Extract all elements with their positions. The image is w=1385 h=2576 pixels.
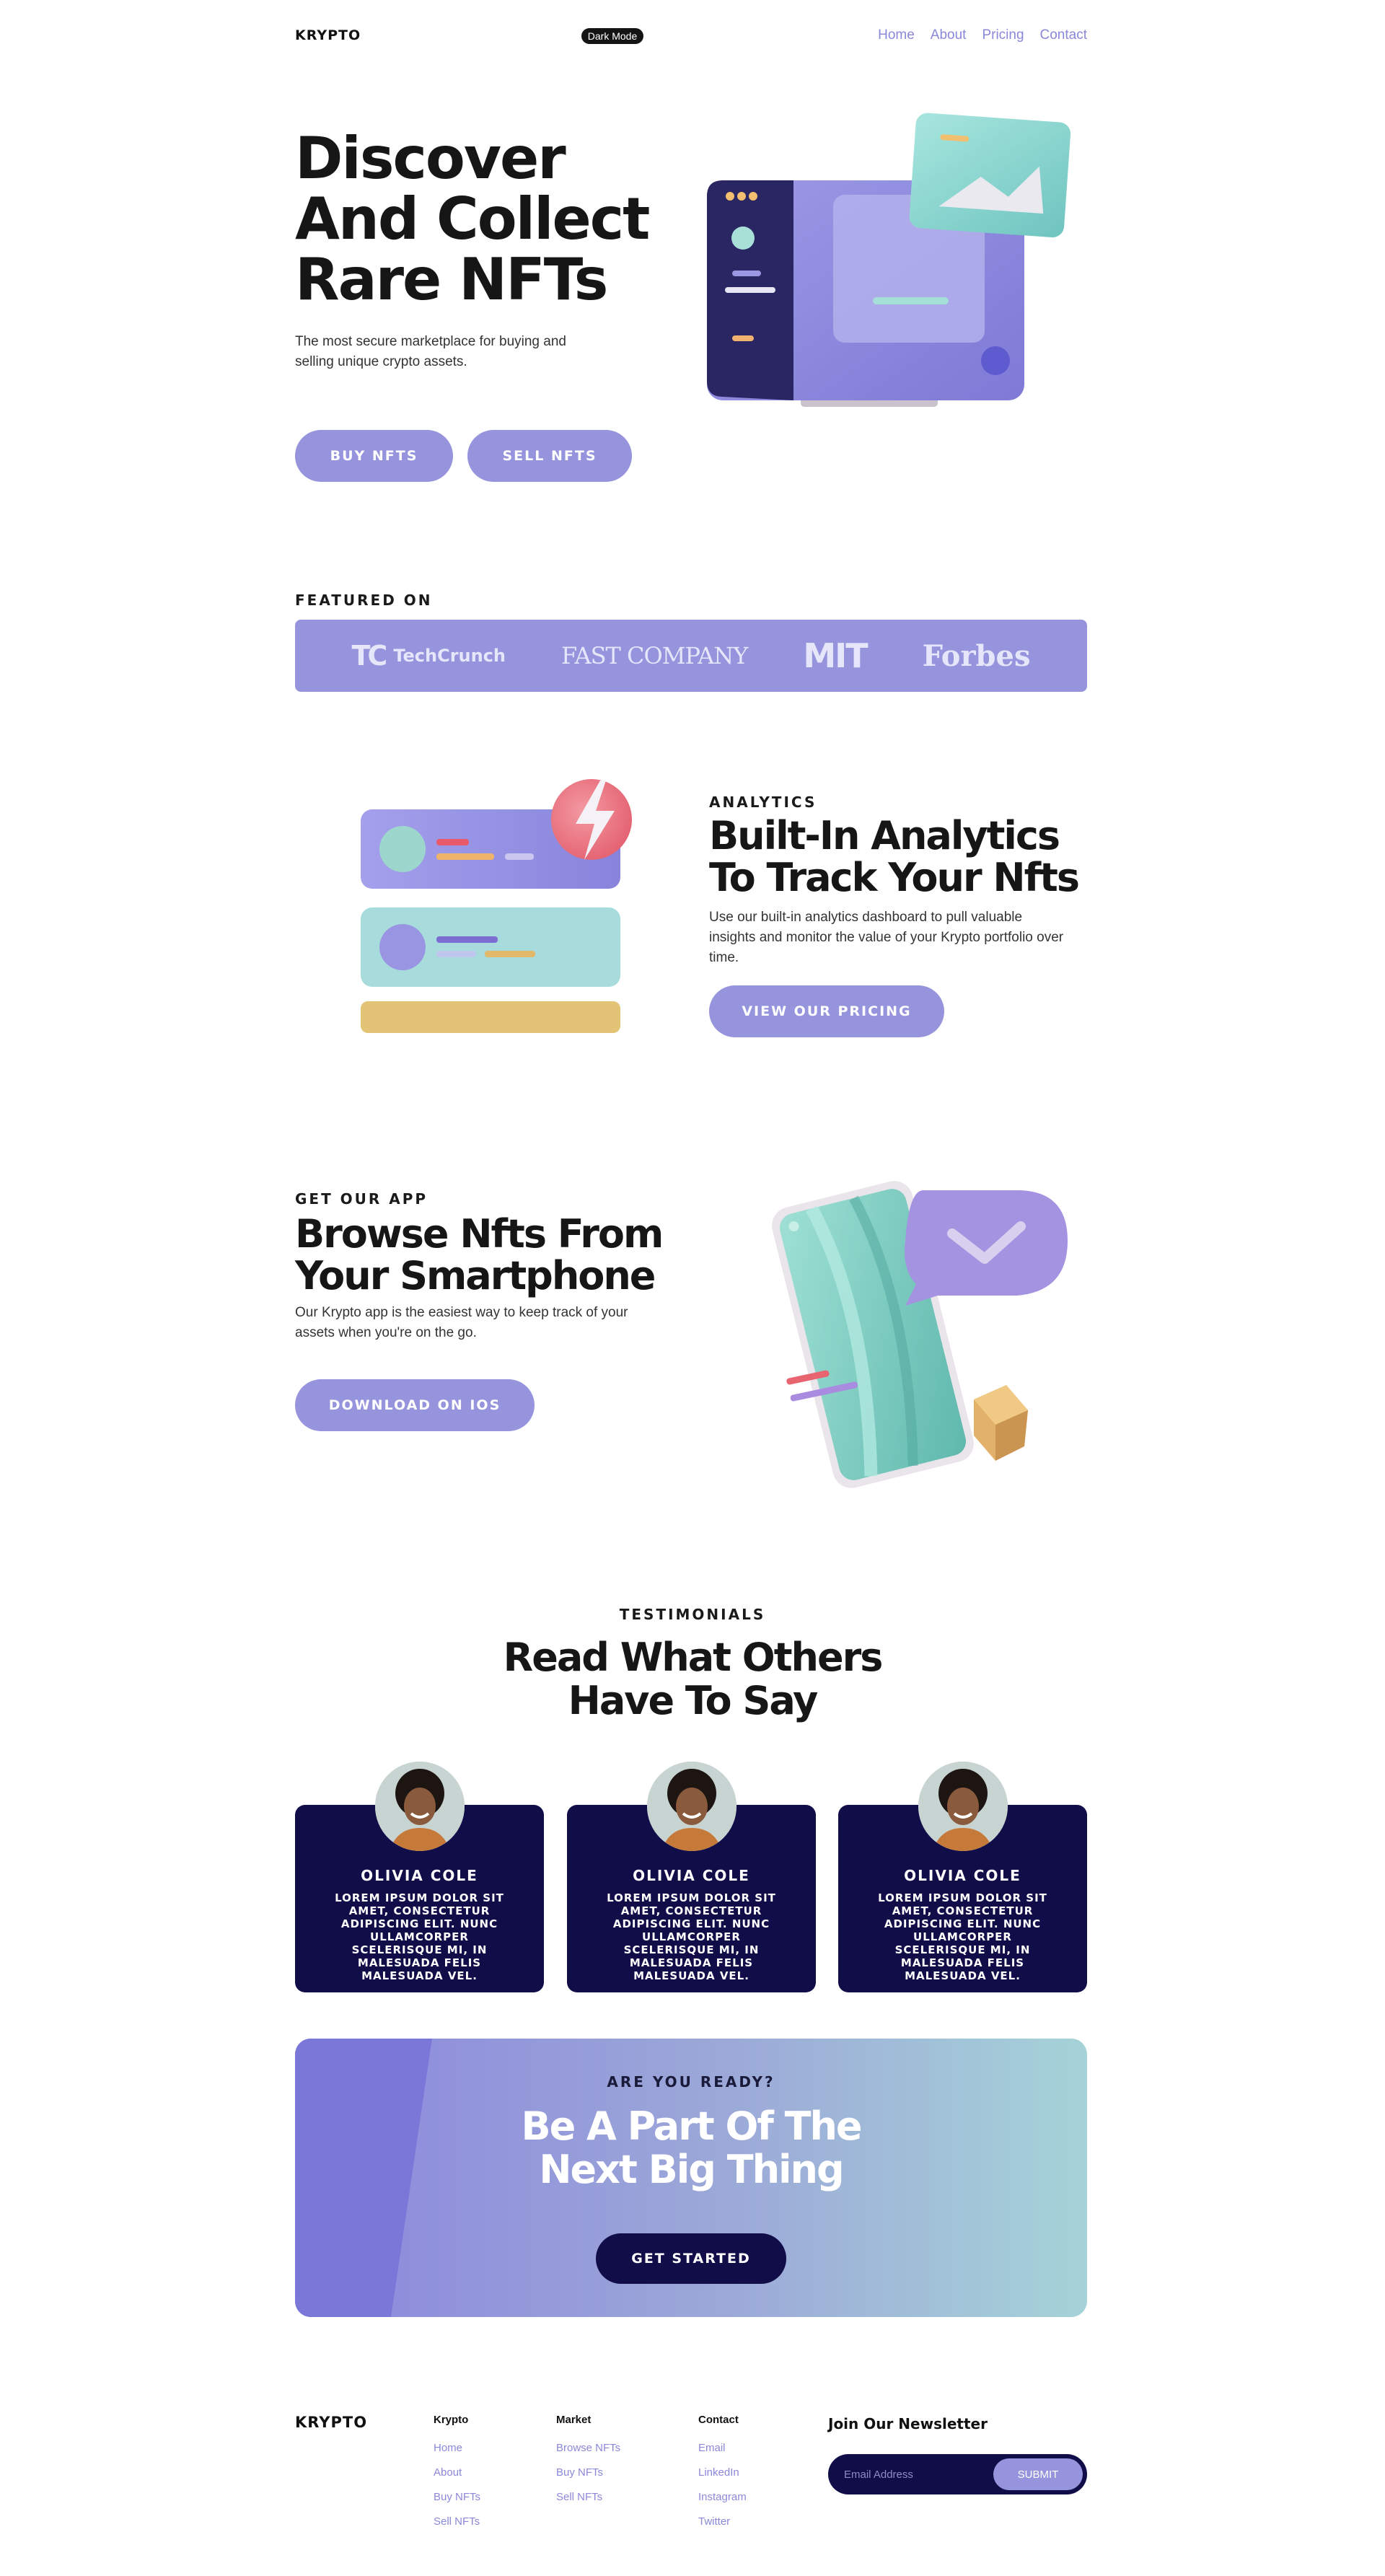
cta-title: Be A Part Of The Next Big Thing — [295, 2105, 1087, 2192]
footer-link-linkedin[interactable]: LinkedIn — [698, 2466, 747, 2479]
analytics-title: Built-In Analytics To Track Your Nfts — [709, 815, 1099, 899]
footer-link-twitter[interactable]: Twitter — [698, 2515, 747, 2528]
testimonial-quote: Lorem ipsum dolor sit amet, consectetur … — [878, 1891, 1047, 1982]
footer-column-market: Market Browse NFTs Buy NFTs Sell NFTs — [556, 2414, 620, 2515]
cta-label: ARE YOU READY? — [607, 2073, 775, 2091]
footer-column-krypto: Krypto Home About Buy NFTs Sell NFTs — [434, 2414, 480, 2540]
newsletter-form: SUBMIT — [828, 2454, 1087, 2494]
fast-company-logo: FAST COMPANY — [561, 642, 748, 669]
footer-logo[interactable]: KRYPTO — [295, 2414, 367, 2431]
hero-title-line-2: And Collect — [295, 185, 650, 252]
testimonial-name: OLIVIA COLE — [361, 1867, 478, 1884]
dark-mode-toggle[interactable]: Dark Mode — [581, 28, 643, 44]
app-title-line-2: Your Smartphone — [295, 1253, 656, 1298]
footer-link-instagram[interactable]: Instagram — [698, 2491, 747, 2503]
footer-link-about[interactable]: About — [434, 2466, 480, 2479]
footer-link-sell-nfts[interactable]: Sell NFTs — [556, 2491, 620, 2503]
footer-column-title: Contact — [698, 2414, 739, 2426]
app-title-line-1: Browse Nfts From — [295, 1211, 664, 1257]
analytics-title-line-1: Built-In Analytics — [709, 813, 1060, 858]
view-pricing-button[interactable]: VIEW OUR PRICING — [709, 985, 944, 1037]
footer-column-title: Market — [556, 2414, 592, 2426]
newsletter-title: Join Our Newsletter — [828, 2415, 988, 2432]
avatar-portrait-icon — [375, 1762, 465, 1851]
nav-link-about[interactable]: About — [931, 27, 967, 43]
featured-label: FEATURED ON — [295, 592, 433, 609]
avatar-portrait-icon — [918, 1762, 1008, 1851]
cta-banner: ARE YOU READY? Be A Part Of The Next Big… — [295, 2039, 1087, 2317]
footer-link-browse-nfts[interactable]: Browse NFTs — [556, 2442, 620, 2454]
page: KRYPTO Dark Mode Home About Pricing Cont… — [0, 0, 1385, 2576]
smartphone-illustration — [772, 1181, 1068, 1488]
footer-link-buy-nfts[interactable]: Buy NFTs — [434, 2491, 480, 2503]
testimonial-quote: Lorem ipsum dolor sit amet, consectetur … — [607, 1891, 776, 1982]
testimonials-title-line-1: Read What Others — [503, 1635, 884, 1680]
app-title: Browse Nfts From Your Smartphone — [295, 1213, 685, 1297]
avatar — [375, 1762, 465, 1851]
computer-monitor-illustration — [707, 113, 1071, 407]
testimonial-name: OLIVIA COLE — [633, 1867, 750, 1884]
analytics-title-line-2: To Track Your Nfts — [709, 855, 1080, 900]
avatar — [647, 1762, 737, 1851]
nav-link-home[interactable]: Home — [878, 27, 915, 43]
analytics-text: Use our built-in analytics dashboard to … — [709, 910, 1064, 965]
main-nav: Home About Pricing Contact — [878, 27, 1087, 43]
avatar — [918, 1762, 1008, 1851]
app-text: Our Krypto app is the easiest way to kee… — [295, 1305, 628, 1340]
hero-title: Discover And Collect Rare NFTs — [295, 128, 670, 310]
testimonial-quote: Lorem ipsum dolor sit amet, consectetur … — [335, 1891, 504, 1982]
nav-logo[interactable]: KRYPTO — [295, 27, 361, 43]
hero-title-line-3: Rare NFTs — [295, 246, 608, 313]
footer-column-title: Krypto — [434, 2414, 469, 2426]
testimonials-title: Read What Others Have To Say — [0, 1636, 1385, 1723]
download-ios-button[interactable]: DOWNLOAD ON IOS — [295, 1379, 535, 1431]
nav-link-pricing[interactable]: Pricing — [982, 27, 1024, 43]
get-started-button[interactable]: GET STARTED — [596, 2233, 786, 2284]
avatar-portrait-icon — [647, 1762, 737, 1851]
testimonial-name: OLIVIA COLE — [904, 1867, 1021, 1884]
analytics-label: ANALYTICS — [709, 794, 817, 811]
newsletter-submit-button[interactable]: SUBMIT — [993, 2458, 1083, 2490]
techcrunch-logo-text: TechCrunch — [393, 646, 506, 666]
cta-title-line-1: Be A Part Of The — [521, 2104, 862, 2149]
newsletter-email-input[interactable] — [844, 2464, 974, 2484]
hero-subtitle: The most secure marketplace for buying a… — [295, 334, 566, 369]
featured-logo-bar: TC TechCrunch FAST COMPANY MIT Forbes — [295, 620, 1087, 692]
techcrunch-logo: TC TechCrunch — [351, 640, 506, 672]
forbes-logo: Forbes — [922, 638, 1031, 673]
footer-link-buy-nfts[interactable]: Buy NFTs — [556, 2466, 620, 2479]
testimonials-title-line-2: Have To Say — [568, 1678, 819, 1723]
footer-column-contact: Contact Email LinkedIn Instagram Twitter — [698, 2414, 747, 2540]
buy-nfts-button[interactable]: BUY NFTS — [295, 430, 453, 482]
nav-link-contact[interactable]: Contact — [1040, 27, 1087, 43]
testimonials-label: TESTIMONIALS — [619, 1606, 766, 1623]
footer-link-email[interactable]: Email — [698, 2442, 747, 2454]
footer-link-sell-nfts[interactable]: Sell NFTs — [434, 2515, 480, 2528]
hero-title-line-1: Discover — [295, 125, 566, 192]
sell-nfts-button[interactable]: SELL NFTS — [467, 430, 632, 482]
mit-logo: MIT — [803, 636, 868, 675]
footer-link-home[interactable]: Home — [434, 2442, 480, 2454]
cta-title-line-2: Next Big Thing — [539, 2147, 844, 2192]
app-label: GET OUR APP — [295, 1190, 428, 1208]
analytics-illustration — [361, 779, 632, 1033]
